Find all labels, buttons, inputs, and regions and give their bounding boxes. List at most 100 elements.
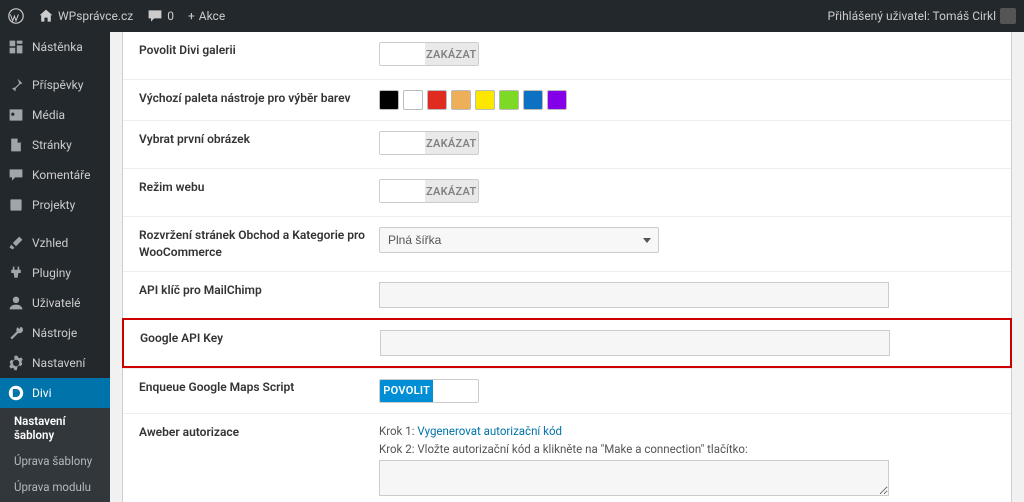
pin-icon (8, 77, 24, 93)
new-link[interactable]: + Akce (188, 9, 225, 23)
comment-icon (147, 8, 163, 24)
sidebar-item-posts[interactable]: Příspěvky (0, 70, 110, 100)
media-icon (8, 107, 24, 123)
divi-icon (8, 385, 24, 401)
toggle-first-image[interactable]: ZAKÁZAT (379, 131, 479, 155)
user-label: Přihlášený uživatel: Tomáš Cirkl (828, 9, 996, 23)
sidebar-item-projects[interactable]: Projekty (0, 190, 110, 220)
sidebar-item-dashboard[interactable]: Nástěnka (0, 32, 110, 62)
dashboard-icon (8, 39, 24, 55)
wp-logo[interactable] (8, 8, 24, 24)
aweber-generate-link[interactable]: Vygenerovat autorizační kód (417, 424, 562, 438)
settings-panel: Povolit Divi galerii ZAKÁZAT Výchozí pal… (122, 32, 1012, 502)
submenu-template-edit[interactable]: Úprava šablony (0, 448, 110, 474)
admin-bar: WPsprávce.cz 0 + Akce Přihlášený uživate… (0, 0, 1024, 32)
aweber-code-textarea[interactable] (379, 460, 889, 496)
palette-swatch-2[interactable] (427, 90, 447, 110)
plus-icon: + (188, 9, 195, 23)
setting-label: Google API Key (140, 330, 380, 347)
toggle-maps-script[interactable]: POVOLIT (379, 379, 479, 403)
page-icon (8, 137, 24, 153)
setting-label: Rozvržení stránek Obchod a Kategorie pro… (139, 227, 379, 261)
sidebar-item-label: Komentáře (32, 168, 91, 182)
aweber-step2: Krok 2: Vložte autorizační kód a kliknět… (379, 442, 995, 456)
sidebar-item-label: Projekty (32, 198, 75, 212)
row-first-image: Vybrat první obrázek ZAKÁZAT (123, 120, 1011, 168)
avatar (1000, 8, 1016, 24)
palette-swatch-3[interactable] (451, 90, 471, 110)
setting-label: Aweber autorizace (139, 424, 379, 441)
submenu-module-edit[interactable]: Úprava modulu (0, 474, 110, 500)
input-google-api[interactable] (380, 330, 890, 356)
palette-swatch-6[interactable] (523, 90, 543, 110)
projects-icon (8, 197, 24, 213)
sidebar-item-divi[interactable]: Divi (0, 378, 110, 408)
gear-icon (8, 355, 24, 371)
sidebar-item-appearance[interactable]: Vzhled (0, 228, 110, 258)
sidebar-item-label: Nastavení (32, 356, 85, 370)
user-menu[interactable]: Přihlášený uživatel: Tomáš Cirkl (828, 8, 1016, 24)
toggle-text: ZAKÁZAT (425, 180, 478, 202)
palette-swatch-1[interactable] (403, 90, 423, 110)
palette-swatch-5[interactable] (499, 90, 519, 110)
row-palette: Výchozí paleta nástroje pro výběr barev (123, 79, 1011, 120)
toggle-enable-gallery[interactable]: ZAKÁZAT (379, 42, 479, 66)
wrench-icon (8, 325, 24, 341)
setting-label: Enqueue Google Maps Script (139, 379, 379, 396)
comment-icon (8, 167, 24, 183)
sidebar-item-label: Divi (32, 386, 52, 400)
sidebar-item-label: Pluginy (32, 266, 71, 280)
palette-swatches (379, 90, 995, 110)
comment-count: 0 (167, 9, 174, 23)
row-google-api: Google API Key (122, 318, 1012, 368)
sidebar-item-label: Média (32, 108, 65, 122)
sidebar-item-comments[interactable]: Komentáře (0, 160, 110, 190)
input-mailchimp-key[interactable] (379, 282, 889, 308)
toggle-text: ZAKÁZAT (425, 43, 478, 65)
setting-label: Povolit Divi galerii (139, 42, 379, 59)
divi-submenu: Nastavení šablony Úprava šablony Úprava … (0, 408, 110, 502)
row-maps-script: Enqueue Google Maps Script POVOLIT (123, 368, 1011, 413)
row-web-mode: Režim webu ZAKÁZAT (123, 168, 1011, 216)
sidebar-item-label: Vzhled (32, 236, 68, 250)
submenu-template-settings[interactable]: Nastavení šablony (0, 408, 110, 448)
sidebar-item-label: Nástěnka (32, 40, 83, 54)
palette-swatch-7[interactable] (547, 90, 567, 110)
users-icon (8, 295, 24, 311)
row-aweber: Aweber autorizace Krok 1: Vygenerovat au… (123, 413, 1011, 502)
select-woo-layout[interactable]: Plná šířka (379, 227, 659, 253)
sidebar-item-label: Příspěvky (32, 78, 83, 92)
sidebar-item-label: Nástroje (32, 326, 77, 340)
palette-swatch-4[interactable] (475, 90, 495, 110)
setting-label: Výchozí paleta nástroje pro výběr barev (139, 90, 379, 107)
setting-label: API klíč pro MailChimp (139, 282, 379, 299)
comments-link[interactable]: 0 (147, 8, 174, 24)
row-enable-gallery: Povolit Divi galerii ZAKÁZAT (123, 32, 1011, 79)
toggle-text: POVOLIT (380, 380, 433, 402)
sidebar-item-label: Stránky (32, 138, 72, 152)
palette-swatch-0[interactable] (379, 90, 399, 110)
site-link[interactable]: WPsprávce.cz (38, 8, 133, 24)
toggle-text: ZAKÁZAT (425, 132, 478, 154)
main-content: Povolit Divi galerii ZAKÁZAT Výchozí pal… (110, 32, 1024, 502)
setting-label: Režim webu (139, 179, 379, 196)
site-name: WPsprávce.cz (58, 9, 133, 23)
toggle-web-mode[interactable]: ZAKÁZAT (379, 179, 479, 203)
plugin-icon (8, 265, 24, 281)
sidebar-item-settings[interactable]: Nastavení (0, 348, 110, 378)
new-label: Akce (199, 9, 225, 23)
setting-label: Vybrat první obrázek (139, 131, 379, 148)
wordpress-icon (8, 8, 24, 24)
row-woo-layout: Rozvržení stránek Obchod a Kategorie pro… (123, 216, 1011, 271)
sidebar-item-tools[interactable]: Nástroje (0, 318, 110, 348)
sidebar-item-plugins[interactable]: Pluginy (0, 258, 110, 288)
sidebar-item-label: Uživatelé (32, 296, 80, 310)
home-icon (38, 8, 54, 24)
admin-sidebar: Nástěnka Příspěvky Média Stránky Komentá… (0, 32, 110, 502)
sidebar-item-pages[interactable]: Stránky (0, 130, 110, 160)
row-mailchimp-key: API klíč pro MailChimp (123, 271, 1011, 318)
sidebar-item-media[interactable]: Média (0, 100, 110, 130)
aweber-step1: Krok 1: Vygenerovat autorizační kód (379, 424, 995, 438)
brush-icon (8, 235, 24, 251)
sidebar-item-users[interactable]: Uživatelé (0, 288, 110, 318)
